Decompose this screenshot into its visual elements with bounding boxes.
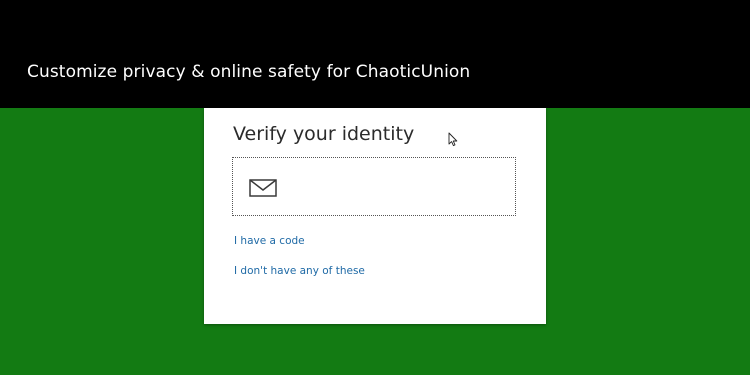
no-options-link[interactable]: I don't have any of these: [234, 265, 365, 277]
have-code-link[interactable]: I have a code: [234, 235, 305, 247]
header-bar: Customize privacy & online safety for Ch…: [0, 0, 750, 108]
page-title: Customize privacy & online safety for Ch…: [27, 62, 471, 82]
verify-identity-dialog: Verify your identity I have a code I don…: [204, 108, 546, 324]
email-verification-option[interactable]: [232, 157, 516, 216]
mouse-cursor-icon: [448, 132, 458, 147]
dialog-title: Verify your identity: [233, 123, 415, 145]
mail-icon: [249, 179, 277, 197]
